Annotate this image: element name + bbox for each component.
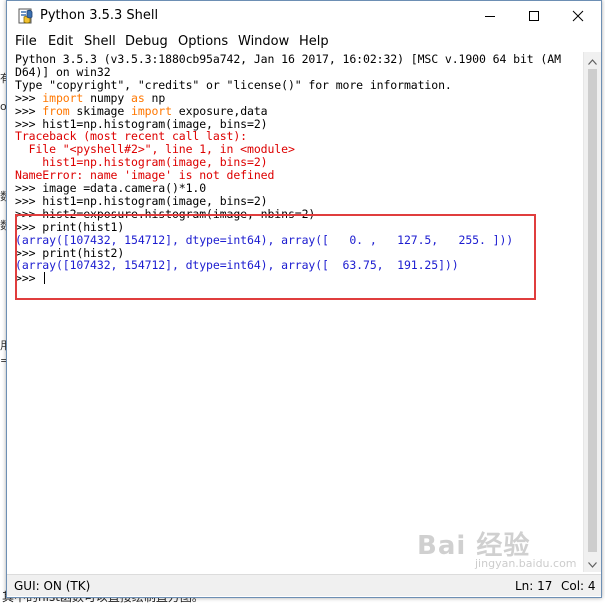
maximize-button[interactable] — [512, 1, 556, 31]
highlight-annotation-box — [15, 214, 536, 300]
menu-shell[interactable]: Shell — [84, 34, 116, 49]
vertical-scrollbar[interactable] — [583, 52, 601, 572]
shell-text-segment: >>> image =data.camera()*1.0 — [15, 181, 207, 195]
shell-text-segment: from — [42, 103, 70, 118]
python-idle-icon — [18, 8, 34, 24]
shell-text-segment: numpy — [83, 90, 132, 105]
window-title: Python 3.5.3 Shell — [40, 8, 159, 23]
menu-window[interactable]: Window — [238, 34, 289, 49]
scroll-down-icon — [588, 555, 597, 573]
shell-text-segment: D64)] on win32 — [15, 64, 111, 79]
minimize-button[interactable] — [468, 1, 512, 31]
shell-text-segment: >>> hist1=np.histogram(image, bins=2) — [15, 116, 268, 131]
shell-text-segment: >>> hist1=np.histogram(image, bins=2) — [15, 193, 268, 208]
idle-shell-window: Python 3.5.3 Shell File Edit Shell Debug… — [6, 0, 602, 598]
close-button[interactable] — [556, 1, 600, 31]
maximize-icon — [528, 10, 540, 22]
watermark-url: jingyan.baidu.com — [475, 557, 577, 570]
scroll-up-button[interactable] — [584, 52, 601, 69]
menu-bar: File Edit Shell Debug Options Window Hel… — [7, 32, 601, 52]
shell-text-area[interactable]: Python 3.5.3 (v3.5.3:1880cb95a742, Jan 1… — [12, 52, 583, 572]
shell-text-segment: import — [131, 103, 172, 118]
shell-text-segment: skimage — [69, 103, 132, 118]
shell-text-segment: import — [42, 90, 84, 105]
shell-text-segment: >>> — [15, 90, 43, 105]
shell-text-segment: Type "copyright", "credits" or "license(… — [15, 77, 452, 92]
menu-edit[interactable]: Edit — [48, 34, 73, 49]
close-icon — [572, 10, 584, 22]
menu-debug[interactable]: Debug — [125, 34, 168, 49]
column-number-status: Col: 4 — [561, 579, 596, 593]
shell-text-segment: NameError: name 'image' is not defined — [15, 168, 275, 183]
shell-text-segment: exposure,data — [171, 103, 268, 118]
line-number-status: Ln: 17 — [515, 579, 553, 593]
shell-text-segment: >>> — [15, 103, 43, 118]
shell-text-segment: File "<pyshell#2>", line 1, in <module> — [15, 142, 295, 157]
title-bar[interactable]: Python 3.5.3 Shell — [7, 1, 601, 31]
shell-text-segment: hist1=np.histogram(image, bins=2) — [15, 155, 268, 170]
status-bar: GUI: ON (TK) Ln: 17 Col: 4 — [7, 574, 601, 596]
scroll-up-icon — [588, 52, 597, 70]
scroll-down-button[interactable] — [584, 555, 601, 572]
minimize-icon — [484, 10, 496, 22]
menu-file[interactable]: File — [15, 34, 37, 49]
shell-text-segment: np — [144, 90, 166, 105]
scrollbar-thumb[interactable] — [588, 69, 597, 552]
shell-text-segment: Python 3.5.3 (v3.5.3:1880cb95a742, Jan 1… — [15, 52, 561, 66]
menu-options[interactable]: Options — [178, 34, 228, 49]
menu-help[interactable]: Help — [299, 34, 329, 49]
shell-text-segment: as — [131, 90, 145, 105]
shell-text-segment: Traceback (most recent call last): — [15, 129, 248, 144]
gui-status: GUI: ON (TK) — [14, 579, 91, 593]
